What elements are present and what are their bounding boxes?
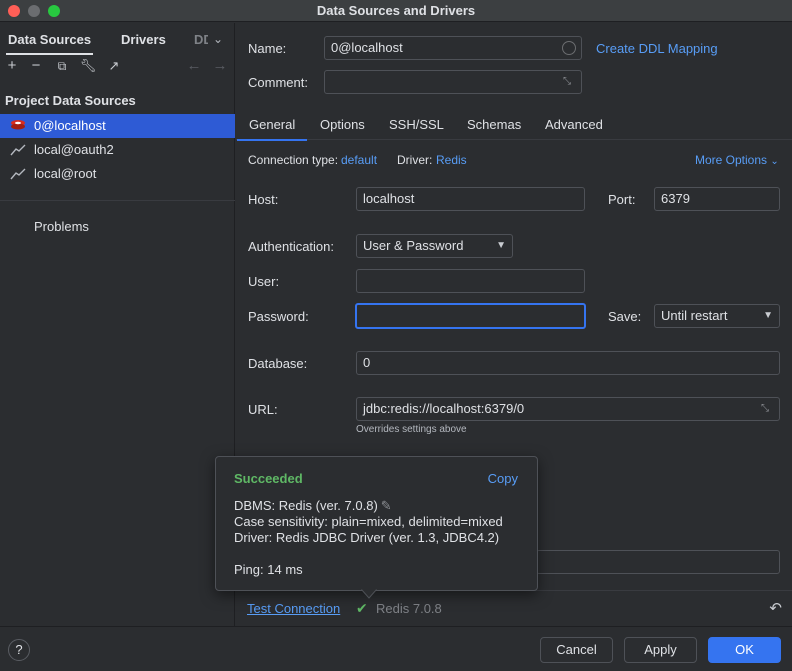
- list-item-label: 0@localhost: [34, 118, 106, 133]
- database-input[interactable]: 0: [356, 351, 780, 375]
- database-value: 0: [363, 355, 371, 370]
- driver-label: Driver:: [397, 153, 433, 167]
- tab-advanced[interactable]: Advanced: [545, 117, 603, 132]
- more-options-link[interactable]: More Options ⌄: [695, 153, 779, 167]
- driver-link[interactable]: Redis: [436, 153, 467, 167]
- tab-drivers[interactable]: Drivers: [121, 32, 166, 47]
- database-label: Database:: [248, 356, 308, 371]
- url-hint: Overrides settings above: [356, 424, 467, 435]
- connection-type-link[interactable]: default: [341, 153, 377, 167]
- popup-tail: [361, 589, 377, 599]
- list-item-label: local@oauth2: [34, 142, 114, 157]
- back-arrow-icon[interactable]: ←: [185, 57, 203, 75]
- tab-ssh-ssl[interactable]: SSH/SSL: [389, 117, 444, 132]
- authentication-label: Authentication:: [248, 239, 335, 254]
- apply-button[interactable]: Apply: [624, 637, 697, 663]
- list-item-local-oauth2[interactable]: local@oauth2: [0, 138, 235, 162]
- password-label: Password:: [248, 309, 309, 324]
- connection-icon: [10, 144, 26, 156]
- list-item-0-localhost[interactable]: 0@localhost: [0, 114, 235, 138]
- divider: [0, 200, 235, 201]
- forward-arrow-icon[interactable]: →: [211, 57, 229, 75]
- url-input[interactable]: jdbc:redis://localhost:6379/0 ⤡: [356, 397, 780, 421]
- section-title: Project Data Sources: [5, 93, 136, 108]
- password-input[interactable]: [355, 303, 586, 329]
- title-bar: Data Sources and Drivers: [0, 0, 792, 22]
- left-toolbar: + − ⧉ 🔧︎ ↗ ← →: [0, 55, 235, 79]
- port-value: 6379: [661, 191, 690, 206]
- name-label: Name:: [248, 41, 287, 56]
- more-options-label: More Options: [695, 153, 768, 167]
- authentication-select[interactable]: User & Password ▼: [356, 234, 513, 258]
- remove-icon[interactable]: −: [27, 57, 45, 75]
- host-label: Host:: [248, 192, 279, 207]
- create-ddl-mapping-link[interactable]: Create DDL Mapping: [596, 41, 718, 56]
- save-value: Until restart: [661, 308, 728, 323]
- test-connection-link[interactable]: Test Connection: [247, 601, 340, 616]
- left-panel: Data Sources Drivers DD ⌄ + − ⧉ 🔧︎ ↗ ← →…: [0, 23, 235, 626]
- connection-icon: [10, 168, 26, 180]
- tab-data-sources[interactable]: Data Sources: [5, 32, 94, 55]
- copy-link[interactable]: Copy: [488, 471, 518, 486]
- chevron-down-icon: ⌄: [770, 156, 779, 167]
- add-icon[interactable]: +: [3, 57, 21, 75]
- name-value: 0@localhost: [331, 40, 403, 55]
- dropdown-arrow-icon: ▼: [763, 310, 773, 321]
- duplicate-icon[interactable]: ⧉: [53, 57, 71, 75]
- test-result-popup: Succeeded Copy DBMS: Redis (ver. 7.0.8) ✎…: [215, 456, 538, 591]
- host-value: localhost: [363, 191, 415, 206]
- save-label: Save:: [608, 309, 642, 324]
- list-item-label: local@root: [34, 166, 97, 181]
- dbms-line: DBMS: Redis (ver. 7.0.8) ✎: [234, 498, 392, 514]
- comment-label: Comment:: [248, 75, 308, 90]
- port-label: Port:: [608, 192, 636, 207]
- tab-options[interactable]: Options: [320, 117, 365, 132]
- expand-icon[interactable]: ⤡: [761, 403, 773, 415]
- case-sensitivity-line: Case sensitivity: plain=mixed, delimited…: [234, 514, 503, 529]
- bottom-bar: Test Connection ✔ Redis 7.0.8 ↶: [236, 590, 792, 626]
- save-select[interactable]: Until restart ▼: [654, 304, 780, 328]
- redis-icon: [11, 120, 25, 130]
- version-text: Redis 7.0.8: [376, 601, 442, 616]
- checkmark-icon: ✔: [356, 600, 368, 616]
- hidden-field[interactable]: [536, 550, 780, 574]
- comment-field[interactable]: ⤡: [324, 70, 582, 94]
- window-title: Data Sources and Drivers: [316, 3, 476, 18]
- ok-button[interactable]: OK: [708, 637, 781, 663]
- status-succeeded: Succeeded: [234, 471, 303, 486]
- connection-type-label: Connection type:: [248, 153, 339, 167]
- chevron-down-icon[interactable]: ⌄: [213, 32, 223, 46]
- name-field[interactable]: 0@localhost: [324, 36, 582, 60]
- dbms-text: DBMS: Redis (ver. 7.0.8): [234, 498, 378, 513]
- host-input[interactable]: localhost: [356, 187, 585, 211]
- cancel-button[interactable]: Cancel: [540, 637, 613, 663]
- tab-general[interactable]: General: [236, 117, 308, 141]
- problems-item[interactable]: Problems: [34, 219, 89, 234]
- color-circle-icon[interactable]: [562, 41, 576, 55]
- dialog-footer: ? Cancel Apply OK: [0, 626, 792, 671]
- user-label: User:: [248, 274, 280, 289]
- undo-icon[interactable]: ↶: [769, 599, 782, 617]
- ping-line: Ping: 14 ms: [234, 562, 303, 577]
- list-item-local-root[interactable]: local@root: [0, 162, 235, 186]
- open-external-icon[interactable]: ↗: [105, 57, 123, 75]
- port-input[interactable]: 6379: [654, 187, 780, 211]
- authentication-value: User & Password: [363, 238, 464, 253]
- help-button[interactable]: ?: [8, 639, 30, 661]
- driver-line: Driver: Redis JDBC Driver (ver. 1.3, JDB…: [234, 530, 500, 545]
- tab-schemas[interactable]: Schemas: [467, 117, 521, 132]
- tab-overflow[interactable]: DD: [194, 32, 208, 47]
- dropdown-arrow-icon: ▼: [496, 240, 506, 251]
- url-label: URL:: [248, 402, 278, 417]
- left-tabs: Data Sources Drivers DD ⌄: [0, 23, 235, 55]
- pencil-icon[interactable]: ✎: [381, 498, 392, 513]
- settings-tabs: General Options SSH/SSL Schemas Advanced: [236, 108, 792, 141]
- wrench-icon[interactable]: 🔧︎: [79, 57, 97, 75]
- url-value: jdbc:redis://localhost:6379/0: [363, 401, 525, 416]
- expand-icon[interactable]: ⤡: [563, 76, 575, 88]
- user-input[interactable]: [356, 269, 585, 293]
